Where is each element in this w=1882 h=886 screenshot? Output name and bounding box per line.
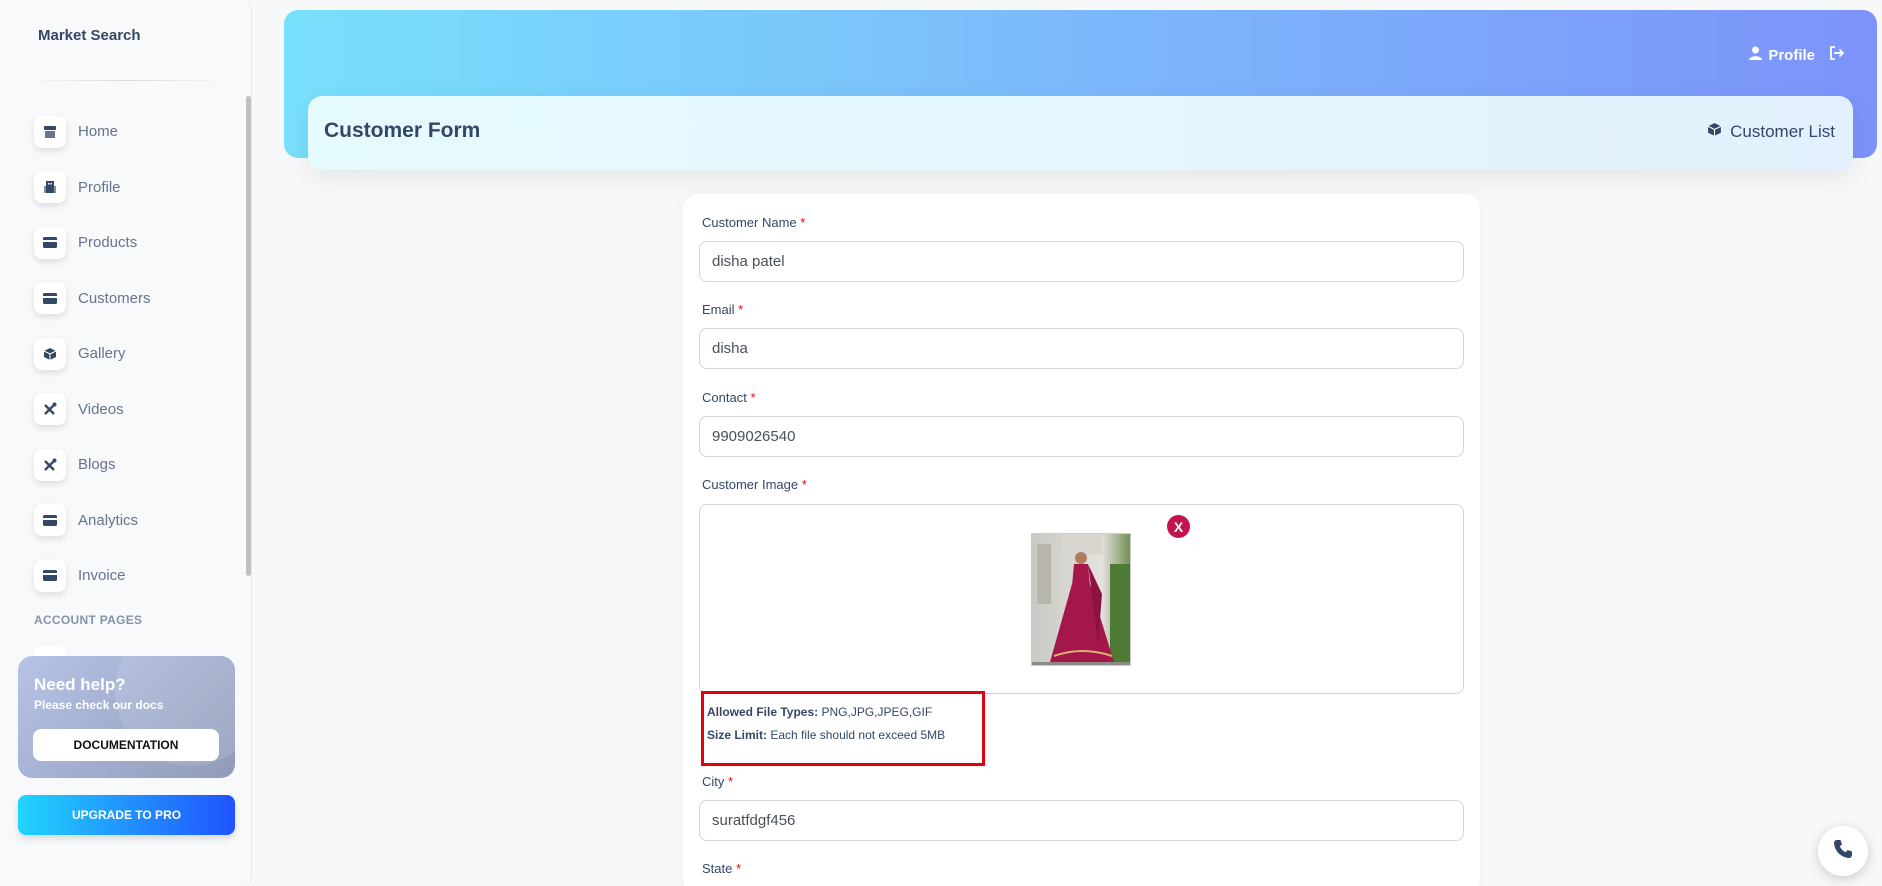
tools-icon bbox=[34, 393, 66, 426]
allowed-file-types: Allowed File Types: PNG,JPG,JPEG,GIF bbox=[707, 705, 932, 719]
email-label: Email * bbox=[702, 302, 743, 317]
sidebar-item-label: Gallery bbox=[78, 345, 126, 363]
customer-list-link[interactable]: Customer List bbox=[1707, 122, 1835, 142]
sidebar-item-home[interactable]: Home bbox=[20, 104, 232, 160]
sidebar-nav: Home Profile Products Customers Gallery bbox=[20, 104, 232, 604]
section-label-account-pages: ACCOUNT PAGES bbox=[34, 613, 143, 627]
allowed-file-types-value: PNG,JPG,JPEG,GIF bbox=[821, 705, 933, 719]
sidebar-item-label: Invoice bbox=[78, 567, 126, 585]
credit-card-icon bbox=[34, 559, 66, 592]
sidebar-item-label: Products bbox=[78, 234, 138, 252]
city-label: City * bbox=[702, 774, 733, 789]
city-label-text: City bbox=[702, 774, 725, 789]
required-marker: * bbox=[801, 477, 807, 492]
credit-card-icon bbox=[34, 282, 66, 315]
credit-card-icon bbox=[34, 226, 66, 259]
user-icon bbox=[1749, 46, 1763, 64]
image-upload-area[interactable]: X bbox=[699, 504, 1464, 694]
documentation-button[interactable]: DOCUMENTATION bbox=[33, 729, 219, 761]
sidebar-scrollbar[interactable] bbox=[246, 96, 251, 576]
state-label-text: State bbox=[702, 861, 733, 876]
sidebar-item-blogs[interactable]: Blogs bbox=[20, 437, 232, 493]
size-limit: Size Limit: Each file should not exceed … bbox=[707, 728, 945, 742]
title-bar: Customer Form Customer List bbox=[308, 96, 1853, 170]
file-requirements-note: Allowed File Types: PNG,JPG,JPEG,GIF Siz… bbox=[701, 691, 985, 766]
sidebar-item-invoice[interactable]: Invoice bbox=[20, 548, 232, 604]
size-limit-value: Each file should not exceed 5MB bbox=[770, 728, 946, 742]
tools-icon bbox=[34, 448, 66, 481]
required-marker: * bbox=[800, 215, 806, 230]
help-subtitle: Please check our docs bbox=[34, 698, 164, 712]
sidebar-item-label: Home bbox=[78, 123, 119, 141]
profile-link-label: Profile bbox=[1768, 46, 1815, 64]
sidebar-item-gallery[interactable]: Gallery bbox=[20, 326, 232, 382]
size-limit-label: Size Limit: bbox=[707, 728, 768, 742]
sidebar-item-label: Videos bbox=[78, 400, 124, 418]
logout-icon[interactable] bbox=[1829, 46, 1845, 64]
customer-image-label: Customer Image * bbox=[702, 477, 807, 492]
sidebar-item-label: Blogs bbox=[78, 456, 116, 474]
contact-label: Contact * bbox=[702, 390, 756, 405]
required-marker: * bbox=[738, 302, 744, 317]
allowed-file-types-label: Allowed File Types: bbox=[707, 705, 819, 719]
state-label: State * bbox=[702, 861, 741, 876]
customer-image-thumbnail bbox=[1031, 533, 1131, 666]
customer-image-label-text: Customer Image bbox=[702, 477, 799, 492]
city-field[interactable] bbox=[699, 800, 1464, 841]
sidebar: Market Search Home Profile Products Cust… bbox=[0, 0, 252, 886]
help-card: Need help? Please check our docs DOCUMEN… bbox=[18, 656, 235, 778]
sidebar-item-label: Analytics bbox=[78, 511, 139, 529]
brand-divider bbox=[20, 80, 232, 81]
page-title: Customer Form bbox=[324, 119, 481, 142]
customer-name-label: Customer Name * bbox=[702, 215, 805, 230]
required-marker: * bbox=[750, 390, 756, 405]
partially-hidden-nav-icon bbox=[34, 646, 66, 656]
required-marker: * bbox=[735, 861, 742, 876]
office-icon bbox=[34, 171, 66, 204]
shop-icon bbox=[34, 115, 66, 148]
sidebar-item-videos[interactable]: Videos bbox=[20, 382, 232, 438]
phone-icon bbox=[1833, 839, 1853, 864]
customer-name-label-text: Customer Name bbox=[702, 215, 797, 230]
remove-image-button[interactable]: X bbox=[1167, 515, 1190, 538]
profile-link[interactable]: Profile bbox=[1749, 46, 1815, 64]
customer-list-label: Customer List bbox=[1730, 122, 1835, 141]
box-icon bbox=[1707, 122, 1722, 142]
call-button[interactable] bbox=[1818, 826, 1868, 876]
credit-card-icon bbox=[34, 504, 66, 537]
header-actions: Profile bbox=[1749, 46, 1845, 64]
email-label-text: Email bbox=[702, 302, 735, 317]
brand-name[interactable]: Market Search bbox=[38, 27, 141, 44]
required-marker: * bbox=[728, 774, 734, 789]
sidebar-item-profile[interactable]: Profile bbox=[20, 160, 232, 216]
sidebar-item-customers[interactable]: Customers bbox=[20, 271, 232, 327]
help-title: Need help? bbox=[34, 675, 126, 694]
contact-label-text: Contact bbox=[702, 390, 747, 405]
sidebar-item-label: Customers bbox=[78, 289, 151, 307]
contact-field[interactable] bbox=[699, 416, 1464, 457]
upgrade-to-pro-button[interactable]: UPGRADE TO PRO bbox=[18, 795, 235, 835]
box-icon bbox=[34, 337, 66, 370]
customer-form: Customer Name * Email * Contact * Custom… bbox=[683, 194, 1480, 886]
customer-name-field[interactable] bbox=[699, 241, 1464, 282]
sidebar-item-products[interactable]: Products bbox=[20, 215, 232, 271]
sidebar-item-analytics[interactable]: Analytics bbox=[20, 493, 232, 549]
sidebar-item-label: Profile bbox=[78, 178, 121, 196]
email-field[interactable] bbox=[699, 328, 1464, 369]
